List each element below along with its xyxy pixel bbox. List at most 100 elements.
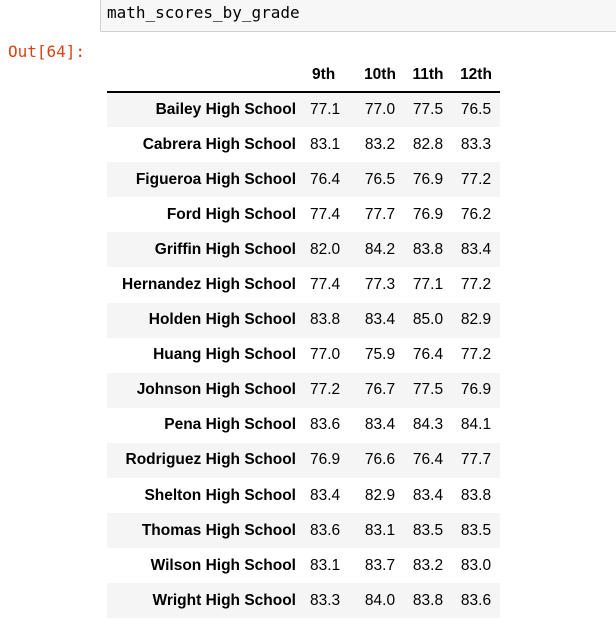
output-prompt: Out[64]: [8, 42, 86, 61]
table-cell: 83.0 [460, 556, 492, 574]
table-row: Wilson High School 83.1 83.7 83.2 83.0 [107, 548, 500, 584]
table-cell: 76.4 [310, 170, 341, 188]
dataframe-table: 9th 10th 11th 12th Bailey High School 77.… [107, 58, 500, 619]
table-cell: 76.4 [412, 451, 444, 469]
table-cell: 77.2 [460, 276, 492, 294]
table-cell: 83.5 [412, 521, 444, 539]
table-cell: 82.9 [364, 486, 396, 504]
table-cell: 83.4 [364, 311, 396, 329]
table-cell: 77.7 [364, 205, 396, 223]
row-index-school: Wilson High School [150, 556, 296, 574]
table-cell: 83.7 [364, 556, 396, 574]
table-cell: 77.1 [412, 276, 444, 294]
table-cell: 83.8 [460, 486, 492, 504]
table-cell: 82.0 [310, 240, 341, 258]
table-cell: 76.6 [364, 451, 396, 469]
table-cell: 83.4 [412, 486, 444, 504]
table-cell: 83.1 [310, 135, 341, 153]
code-input-cell[interactable]: math_scores_by_grade [100, 0, 616, 32]
table-cell: 77.5 [412, 381, 444, 399]
notebook-page: math_scores_by_grade Out[64]: 9th 10th 1… [0, 0, 616, 644]
table-cell: 83.6 [310, 416, 341, 434]
row-index-school: Shelton High School [144, 486, 296, 504]
column-header: 10th [356, 58, 404, 93]
table-cell: 83.1 [310, 556, 341, 574]
row-index-school: Figueroa High School [135, 170, 296, 188]
table-cell: 77.2 [460, 170, 492, 188]
column-header: 12th [452, 58, 500, 93]
table-row: Pena High School 83.6 83.4 84.3 84.1 [107, 407, 500, 443]
table-cell: 83.6 [460, 591, 492, 609]
table-cell: 77.2 [310, 381, 341, 399]
code-text: math_scores_by_grade [107, 3, 300, 22]
table-cell: 82.9 [460, 311, 492, 329]
table-cell: 83.5 [460, 521, 492, 539]
row-index-school: Pena High School [164, 416, 296, 434]
table-cell: 76.2 [460, 205, 492, 223]
table-cell: 85.0 [412, 311, 444, 329]
table-cell: 77.2 [460, 346, 492, 364]
table-cell: 83.3 [460, 135, 492, 153]
table-cell: 77.0 [364, 101, 396, 119]
row-index-school: Bailey High School [155, 101, 296, 119]
table-row: Wright High School 83.3 84.0 83.8 83.6 [107, 583, 500, 619]
table-cell: 76.5 [364, 170, 396, 188]
table-cell: 77.1 [310, 101, 341, 119]
table-row: Griffin High School 82.0 84.2 83.8 83.4 [107, 232, 500, 268]
table-cell: 84.2 [364, 240, 396, 258]
table-cell: 83.4 [460, 240, 492, 258]
table-row: Huang High School 77.0 75.9 76.4 77.2 [107, 337, 500, 373]
table-row: Hernandez High School 77.4 77.3 77.1 77.2 [107, 267, 500, 303]
header-row: 9th 10th 11th 12th [107, 58, 500, 93]
table-row: Holden High School 83.8 83.4 85.0 82.9 [107, 302, 500, 338]
table-cell: 83.8 [310, 311, 341, 329]
table-cell: 83.4 [310, 486, 341, 504]
table-cell: 77.5 [412, 101, 444, 119]
table-cell: 77.3 [364, 276, 396, 294]
table-cell: 83.8 [412, 240, 444, 258]
row-index-school: Rodriguez High School [125, 451, 297, 469]
table-row: Johnson High School 77.2 76.7 77.5 76.9 [107, 372, 500, 408]
row-index-school: Holden High School [148, 311, 296, 329]
table-cell: 82.8 [412, 135, 444, 153]
index-header [107, 58, 304, 93]
table-cell: 76.7 [364, 381, 396, 399]
table-cell: 84.0 [364, 591, 396, 609]
table-cell: 77.7 [460, 451, 492, 469]
table-row: Cabrera High School 83.1 83.2 82.8 83.3 [107, 127, 500, 163]
table-cell: 75.9 [364, 346, 396, 364]
row-index-school: Huang High School [153, 346, 296, 364]
table-cell: 76.4 [412, 346, 444, 364]
table-row: Ford High School 77.4 77.7 76.9 76.2 [107, 197, 500, 233]
table-cell: 83.6 [310, 521, 341, 539]
table-row: Bailey High School 77.1 77.0 77.5 76.5 [107, 92, 500, 128]
row-index-school: Cabrera High School [142, 135, 296, 153]
table-cell: 76.9 [460, 381, 492, 399]
column-header: 11th [404, 58, 452, 93]
column-header: 9th [304, 58, 356, 93]
row-index-school: Hernandez High School [122, 276, 296, 294]
row-index-school: Griffin High School [154, 240, 296, 258]
table-cell: 77.4 [310, 276, 341, 294]
table-cell: 77.0 [310, 346, 341, 364]
table-cell: 77.4 [310, 205, 341, 223]
table-cell: 84.3 [412, 416, 444, 434]
table-cell: 76.5 [460, 101, 492, 119]
table-row: Shelton High School 83.4 82.9 83.4 83.8 [107, 478, 500, 514]
table-cell: 76.9 [412, 205, 444, 223]
row-index-school: Thomas High School [141, 521, 296, 539]
table-cell: 76.9 [412, 170, 444, 188]
table-row: Thomas High School 83.6 83.1 83.5 83.5 [107, 513, 500, 549]
table-cell: 83.8 [412, 591, 444, 609]
row-index-school: Wright High School [152, 591, 296, 609]
table-cell: 83.3 [310, 591, 341, 609]
row-index-school: Ford High School [166, 205, 296, 223]
table-cell: 76.9 [310, 451, 341, 469]
table-cell: 84.1 [460, 416, 492, 434]
row-index-school: Johnson High School [136, 381, 296, 399]
table-cell: 83.2 [412, 556, 444, 574]
table-cell: 83.1 [364, 521, 396, 539]
table-row: Rodriguez High School 76.9 76.6 76.4 77.7 [107, 442, 500, 479]
table-cell: 83.2 [364, 135, 396, 153]
table-cell: 83.4 [364, 416, 396, 434]
